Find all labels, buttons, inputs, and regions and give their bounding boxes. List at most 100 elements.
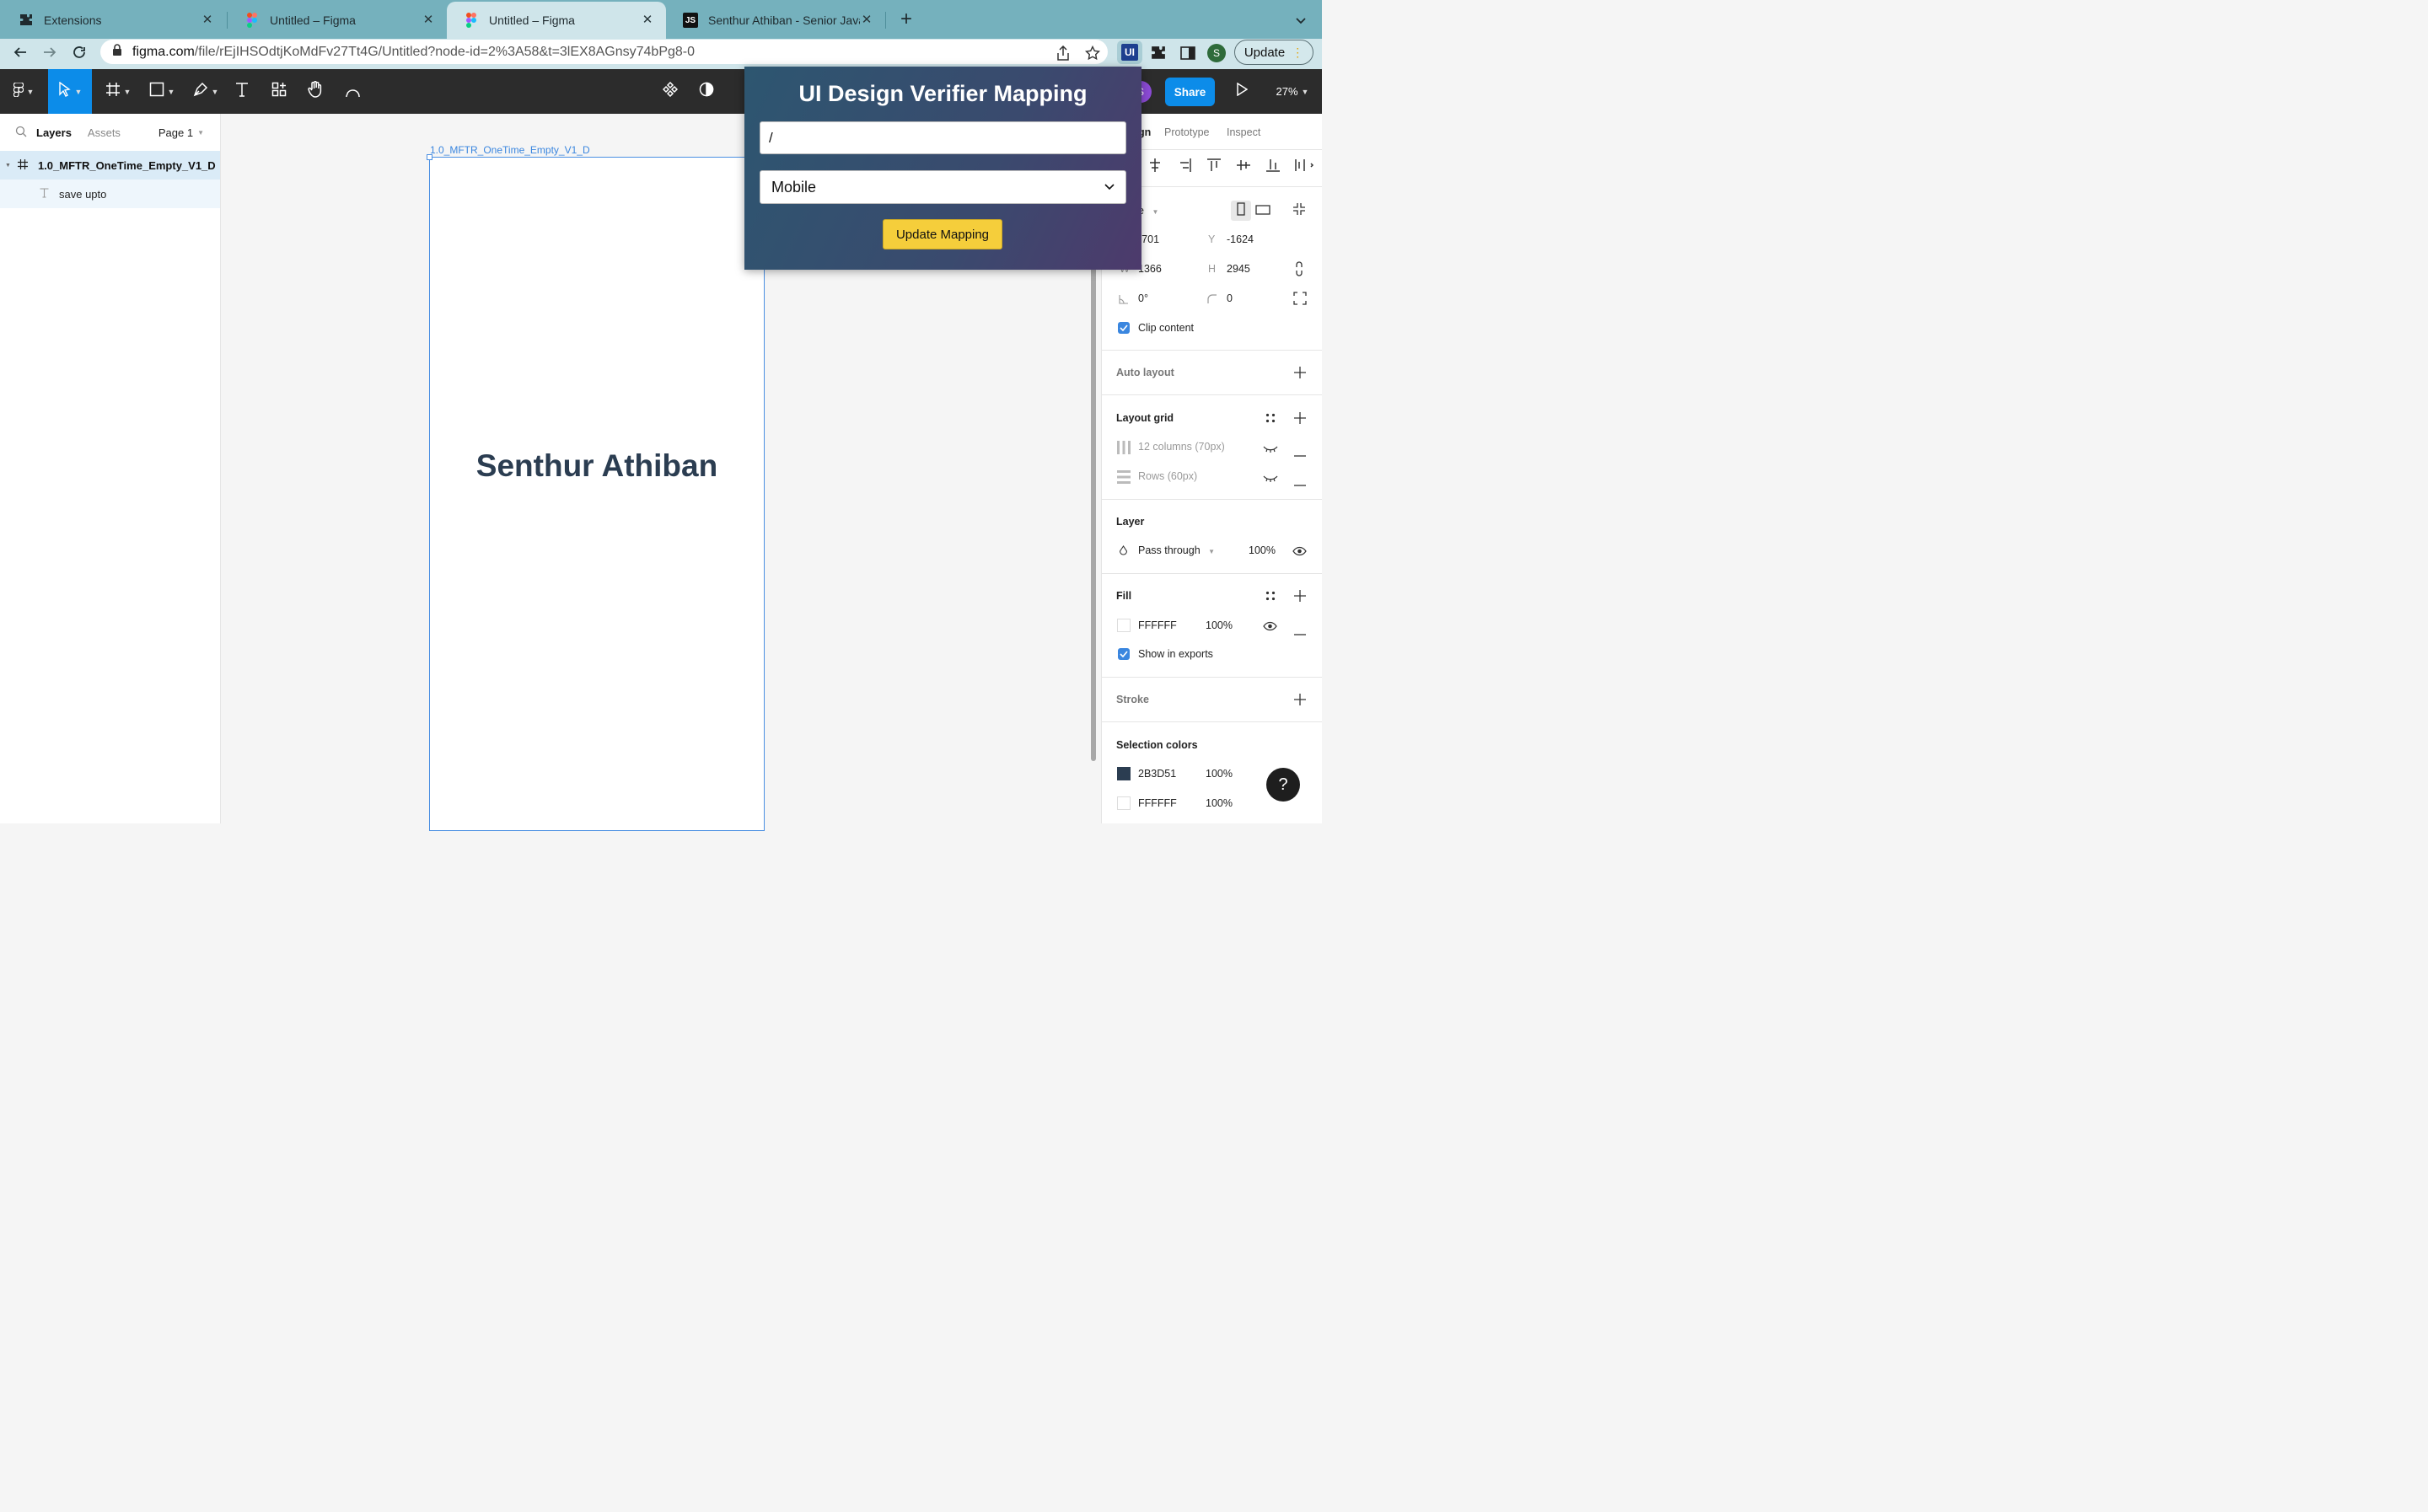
grid-columns-label[interactable]: 12 columns (70px)	[1138, 441, 1225, 453]
hidden-eye-icon[interactable]	[1263, 472, 1278, 487]
search-icon[interactable]	[15, 126, 29, 139]
chevron-down-icon: ▼	[1301, 87, 1309, 96]
components-button[interactable]	[659, 69, 681, 114]
route-path-input[interactable]	[760, 121, 1126, 154]
show-in-exports-checkbox[interactable]	[1118, 648, 1130, 660]
tab-prototype[interactable]: Prototype	[1164, 126, 1210, 138]
resources-tool[interactable]	[268, 69, 290, 114]
width-value[interactable]: 1366	[1138, 263, 1162, 275]
fill-visibility-eye-icon[interactable]	[1263, 620, 1277, 635]
grid-rows-label[interactable]: Rows (60px)	[1138, 470, 1197, 482]
selection-color-swatch[interactable]	[1117, 767, 1131, 780]
selection-color-hex[interactable]: 2B3D51	[1138, 768, 1176, 780]
update-mapping-button[interactable]: Update Mapping	[883, 219, 1002, 249]
profile-avatar[interactable]: S	[1207, 44, 1226, 62]
remove-grid-minus-icon[interactable]	[1294, 475, 1306, 491]
text-tool[interactable]	[231, 69, 253, 114]
selection-color-opacity[interactable]: 100%	[1206, 797, 1233, 809]
close-tab-icon[interactable]: ✕	[422, 13, 435, 27]
hand-tool[interactable]	[304, 69, 326, 114]
add-stroke-plus-icon[interactable]	[1294, 694, 1306, 710]
align-top-icon[interactable]	[1206, 157, 1222, 174]
portrait-orientation-button[interactable]	[1231, 201, 1251, 221]
grid-styles-icon[interactable]	[1265, 412, 1276, 428]
figma-main-menu[interactable]: ▼	[7, 69, 40, 114]
tab-untitled-figma-1[interactable]: Untitled – Figma ✕	[228, 2, 447, 39]
align-vertical-center-icon[interactable]	[1235, 157, 1252, 174]
remove-fill-minus-icon[interactable]	[1294, 625, 1306, 640]
blend-mode-dropdown[interactable]: Pass through ▼	[1138, 544, 1215, 556]
height-value[interactable]: 2945	[1227, 263, 1250, 275]
ui-verifier-extension-button[interactable]: UI	[1117, 40, 1142, 64]
tab-assets[interactable]: Assets	[88, 126, 121, 139]
tab-search-chevron-down-icon[interactable]	[1292, 12, 1309, 29]
help-button[interactable]: ?	[1266, 768, 1300, 802]
zoom-dropdown[interactable]: 27% ▼	[1269, 69, 1316, 114]
layer-row-text[interactable]: save upto	[0, 180, 220, 208]
selection-color-opacity[interactable]: 100%	[1206, 768, 1233, 780]
reload-icon[interactable]	[68, 41, 90, 63]
tab-layers[interactable]: Layers	[36, 126, 72, 139]
expand-caret-icon[interactable]: ▼	[5, 163, 11, 169]
remove-grid-minus-icon[interactable]	[1294, 446, 1306, 461]
resize-handle-top-left[interactable]	[427, 154, 432, 160]
rotation-value[interactable]: 0°	[1138, 292, 1148, 304]
share-button[interactable]: Share	[1165, 78, 1215, 106]
frame-tool[interactable]: ▼	[99, 69, 137, 114]
side-panel-icon[interactable]	[1179, 44, 1197, 62]
y-position-value[interactable]: -1624	[1227, 233, 1254, 245]
close-tab-icon[interactable]: ✕	[201, 13, 214, 27]
comment-tool[interactable]	[341, 69, 363, 114]
layer-opacity-value[interactable]: 100%	[1249, 544, 1276, 556]
frame-label[interactable]: 1.0_MFTR_OneTime_Empty_V1_D	[430, 144, 590, 156]
browser-update-button[interactable]: Update ⋮	[1234, 40, 1313, 65]
bookmark-star-icon[interactable]	[1083, 44, 1102, 62]
present-play-button[interactable]	[1231, 69, 1253, 114]
back-arrow-icon[interactable]	[9, 41, 31, 63]
new-tab-button[interactable]: +	[896, 8, 916, 30]
device-select[interactable]: Mobile	[760, 170, 1126, 204]
add-fill-plus-icon[interactable]	[1294, 590, 1306, 606]
selection-color-swatch[interactable]	[1117, 796, 1131, 810]
align-horizontal-center-icon[interactable]	[1147, 157, 1163, 174]
text-t-icon	[40, 187, 49, 201]
add-auto-layout-plus-icon[interactable]	[1294, 367, 1306, 383]
hidden-eye-icon[interactable]	[1263, 442, 1278, 458]
visibility-eye-icon[interactable]	[1292, 545, 1307, 560]
extensions-puzzle-icon[interactable]	[1149, 44, 1168, 62]
forward-arrow-icon[interactable]	[39, 41, 61, 63]
distribute-icon[interactable]	[1294, 157, 1314, 174]
resize-to-fit-icon[interactable]	[1292, 202, 1306, 220]
tab-senthur-athiban[interactable]: JS Senthur Athiban - Senior Javascr ✕	[666, 2, 885, 39]
frame-heading-text[interactable]: Senthur Athiban	[429, 157, 765, 484]
corner-radius-value[interactable]: 0	[1227, 292, 1233, 304]
fill-color-swatch[interactable]	[1117, 619, 1131, 632]
close-tab-icon[interactable]: ✕	[641, 13, 654, 27]
independent-corners-icon[interactable]	[1293, 292, 1307, 309]
tab-title: Extensions	[44, 13, 102, 27]
fill-hex-value[interactable]: FFFFFF	[1138, 619, 1177, 631]
fill-opacity-value[interactable]: 100%	[1206, 619, 1233, 631]
align-right-icon[interactable]	[1176, 157, 1193, 174]
align-bottom-icon[interactable]	[1265, 157, 1281, 174]
columns-grid-icon[interactable]	[1116, 440, 1131, 459]
layer-row-frame[interactable]: ▼ 1.0_MFTR_OneTime_Empty_V1_D	[0, 151, 220, 180]
move-tool[interactable]: ▼	[48, 69, 92, 114]
add-grid-plus-icon[interactable]	[1294, 412, 1306, 428]
contrast-button[interactable]	[696, 69, 717, 114]
clip-content-checkbox[interactable]	[1118, 322, 1130, 334]
address-bar[interactable]: figma.com/file/rEjIHSOdtjKoMdFv27Tt4G/Un…	[100, 40, 1108, 64]
close-tab-icon[interactable]: ✕	[860, 13, 873, 27]
selection-color-hex[interactable]: FFFFFF	[1138, 797, 1177, 809]
landscape-orientation-button[interactable]	[1255, 204, 1270, 219]
tab-extensions[interactable]: Extensions ✕	[2, 2, 226, 39]
tab-untitled-figma-active[interactable]: Untitled – Figma ✕	[447, 2, 666, 39]
shape-tool[interactable]: ▼	[143, 69, 180, 114]
share-page-icon[interactable]	[1054, 44, 1072, 62]
constrain-proportions-icon[interactable]	[1295, 261, 1303, 281]
page-selector[interactable]: Page 1 ▼	[158, 126, 204, 139]
fill-styles-icon[interactable]	[1265, 590, 1276, 606]
pen-tool[interactable]: ▼	[187, 69, 224, 114]
tab-inspect[interactable]: Inspect	[1227, 126, 1260, 138]
rows-grid-icon[interactable]	[1116, 469, 1131, 489]
